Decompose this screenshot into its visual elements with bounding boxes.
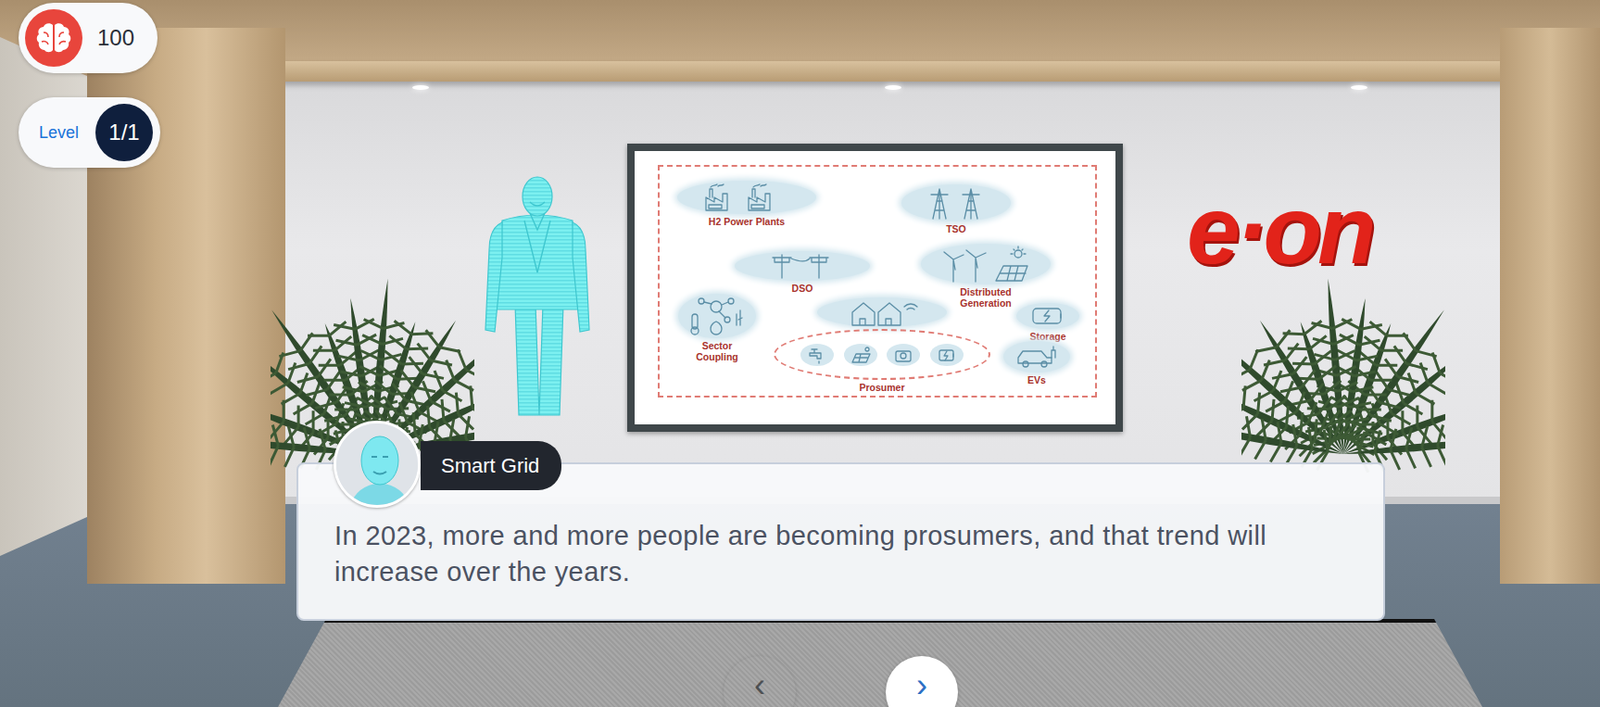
score-counter: 100 bbox=[18, 2, 158, 74]
speaker-avatar-icon bbox=[333, 420, 421, 508]
panel-icon bbox=[848, 345, 873, 365]
smart-grid-diagram: H2 Power Plants TSO DSO Distributed Generat… bbox=[634, 151, 1116, 425]
node-label: TSO bbox=[945, 223, 967, 235]
wind-solar-icon bbox=[934, 245, 1037, 283]
electric-car-icon bbox=[1012, 342, 1061, 371]
node-blob bbox=[901, 184, 1011, 222]
node-label: H2 Power Plants bbox=[708, 215, 785, 227]
speaker-tag: Smart Grid bbox=[420, 440, 562, 491]
diagram-node: Sector Coupling bbox=[678, 293, 756, 363]
right-column bbox=[1499, 27, 1600, 584]
tap-icon bbox=[805, 345, 830, 365]
node-label: Sector Coupling bbox=[689, 340, 745, 363]
prosumer-item bbox=[844, 343, 878, 366]
game-scene: 100 Level 1/1 H2 Power Plants TSO DSO Distribu… bbox=[0, 0, 1600, 707]
level-label: Level bbox=[38, 120, 79, 146]
node-label: Distributed Generation bbox=[952, 286, 1020, 309]
transmission-tower-icon bbox=[923, 186, 989, 220]
score-value: 100 bbox=[97, 21, 135, 55]
node-blob bbox=[920, 243, 1051, 285]
company-logo: e·on bbox=[1186, 181, 1373, 278]
diagram-node: EVs bbox=[1003, 340, 1071, 386]
diagram-node: Distributed Generation bbox=[920, 243, 1051, 309]
sector-coupling-icon bbox=[684, 295, 750, 337]
power-pole-icon bbox=[765, 252, 840, 279]
houses-blob bbox=[817, 297, 947, 328]
smallbat-icon bbox=[934, 345, 959, 365]
level-indicator: Level 1/1 bbox=[18, 97, 161, 168]
power-plant-icon bbox=[700, 182, 794, 213]
presentation-screen: H2 Power Plants TSO DSO Distributed Generat… bbox=[627, 143, 1123, 432]
potted-plant bbox=[1241, 268, 1446, 473]
prosumer-ring bbox=[773, 328, 991, 380]
brain-icon bbox=[25, 9, 83, 67]
battery-icon bbox=[1027, 304, 1069, 328]
previous-button: ‹ bbox=[723, 655, 796, 707]
ceiling-trim bbox=[262, 61, 1532, 82]
houses-icon bbox=[844, 298, 920, 327]
diagram-node: Storage bbox=[1016, 302, 1080, 342]
level-value: 1/1 bbox=[95, 103, 153, 162]
prosumer-item bbox=[930, 343, 964, 366]
node-blob bbox=[734, 251, 870, 281]
carpet bbox=[277, 618, 1483, 707]
hologram-presenter bbox=[463, 176, 612, 427]
dialog-text: In 2023, more and more people are becomi… bbox=[334, 517, 1347, 591]
node-blob bbox=[677, 180, 817, 215]
prosumer-item bbox=[800, 343, 834, 366]
prosumer-item bbox=[886, 343, 920, 366]
diagram-node: DSO bbox=[734, 251, 870, 294]
node-blob bbox=[1003, 340, 1071, 373]
node-blob bbox=[678, 293, 756, 339]
node-label: Prosumer bbox=[858, 381, 905, 393]
diagram-node: TSO bbox=[901, 184, 1011, 235]
node-label: DSO bbox=[792, 282, 814, 294]
heater-icon bbox=[891, 345, 916, 365]
node-blob bbox=[1016, 302, 1080, 329]
node-label: EVs bbox=[1027, 374, 1046, 386]
prosumer-group: Prosumer bbox=[773, 297, 991, 393]
diagram-node: H2 Power Plants bbox=[677, 180, 817, 227]
